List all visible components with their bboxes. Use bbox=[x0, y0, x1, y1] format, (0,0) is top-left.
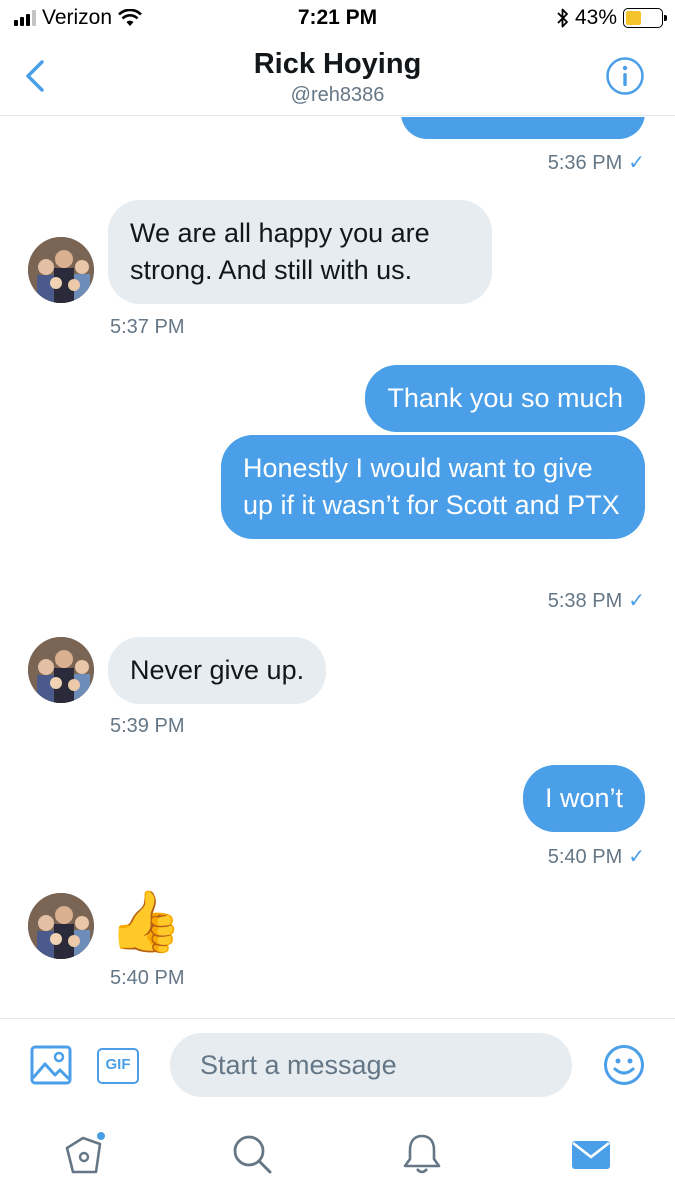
bluetooth-icon bbox=[557, 8, 568, 28]
message-timestamp: 5:40 PM ✓ bbox=[547, 846, 645, 868]
thumbs-up-emoji[interactable]: 👍 bbox=[108, 887, 183, 957]
message-list[interactable]: 5:36 PM ✓ We are all happy you are strong… bbox=[0, 117, 675, 1018]
read-check-icon: ✓ bbox=[628, 846, 645, 868]
avatar[interactable] bbox=[28, 637, 94, 703]
home-icon[interactable] bbox=[63, 1132, 107, 1176]
message-incoming[interactable]: We are all happy you are strong. And sti… bbox=[108, 200, 492, 304]
message-timestamp: 5:38 PM ✓ bbox=[547, 590, 645, 612]
bell-icon[interactable] bbox=[400, 1132, 444, 1176]
message-incoming[interactable]: Never give up. bbox=[108, 637, 327, 704]
read-check-icon: ✓ bbox=[628, 590, 645, 612]
message-outgoing[interactable]: I won’t bbox=[522, 765, 645, 832]
info-icon[interactable] bbox=[605, 56, 645, 96]
contact-name[interactable]: Rick Hoying bbox=[0, 48, 675, 81]
message-timestamp: 5:40 PM bbox=[110, 967, 185, 989]
emoji-icon[interactable] bbox=[603, 1044, 645, 1086]
avatar[interactable] bbox=[28, 237, 94, 303]
message-outgoing[interactable]: Honestly I would want to give up if it w… bbox=[221, 435, 645, 539]
avatar[interactable] bbox=[28, 893, 94, 959]
message-input[interactable] bbox=[170, 1033, 572, 1097]
gif-icon[interactable]: GIF bbox=[97, 1048, 139, 1084]
status-bar: Verizon 7:21 PM 43% bbox=[0, 0, 675, 38]
bottom-tab-bar bbox=[0, 1110, 675, 1200]
battery-icon bbox=[623, 8, 667, 28]
search-icon[interactable] bbox=[230, 1132, 274, 1176]
mail-icon[interactable] bbox=[569, 1132, 613, 1176]
message-composer: GIF bbox=[0, 1018, 675, 1110]
status-right: 43% bbox=[557, 6, 667, 30]
read-check-icon: ✓ bbox=[628, 152, 645, 174]
message-timestamp: 5:37 PM bbox=[110, 316, 185, 338]
conversation-header: Rick Hoying @reh8386 bbox=[0, 38, 675, 116]
message-timestamp: 5:36 PM ✓ bbox=[547, 152, 645, 174]
battery-percent: 43% bbox=[574, 6, 617, 29]
image-icon[interactable] bbox=[30, 1045, 72, 1085]
message-outgoing[interactable] bbox=[401, 117, 645, 139]
message-timestamp: 5:39 PM bbox=[110, 715, 185, 737]
contact-handle[interactable]: @reh8386 bbox=[0, 84, 675, 107]
message-outgoing[interactable]: Thank you so much bbox=[365, 365, 645, 432]
